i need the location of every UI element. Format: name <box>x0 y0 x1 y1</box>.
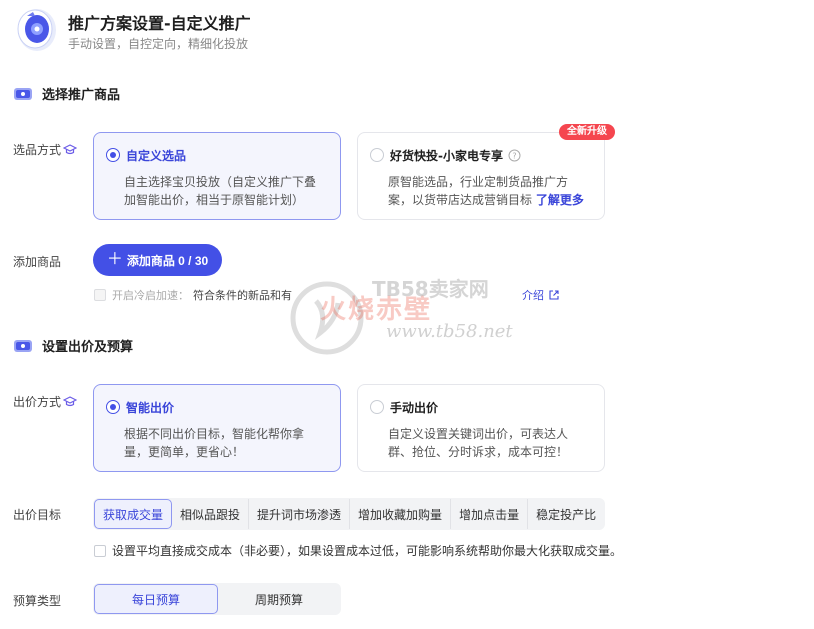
avg-cost-text: 设置平均直接成交成本（非必要），如果设置成本过低，可能影响系统帮助你最大化获取成… <box>112 544 623 558</box>
section-header-product: 选择推广商品 <box>12 84 120 103</box>
card-desc: 自主选择宝贝投放（自定义推广下叠加智能出价，相当于原智能计划） <box>124 175 317 207</box>
radio-unselected[interactable] <box>370 148 384 162</box>
tab-favorites-cart[interactable]: 增加收藏加购量 <box>350 499 452 529</box>
page-title: 推广方案设置-自定义推广 <box>68 14 251 33</box>
coldstart-desc: 符合条件的新品和有 <box>193 289 292 302</box>
radio-selected[interactable] <box>106 400 120 414</box>
section-ticket-icon <box>14 87 32 100</box>
avg-cost-row: 设置平均直接成交成本（非必要），如果设置成本过低，可能影响系统帮助你最大化获取成… <box>94 542 622 559</box>
card-title: 好货快投-小家电专享 <box>390 148 503 163</box>
option-card-manual-bid[interactable]: 手动出价 自定义设置关键词出价，可表达人群、抢位、分时诉求，成本可控！ <box>357 384 605 472</box>
bid-goal-tabs: 获取成交量 相似品跟投 提升词市场渗透 增加收藏加购量 增加点击量 稳定投产比 <box>93 498 606 530</box>
external-link-icon[interactable] <box>548 289 560 301</box>
avg-cost-checkbox[interactable] <box>94 544 106 557</box>
budget-type-label: 预算类型 <box>13 594 62 608</box>
svg-text:?: ? <box>512 151 516 160</box>
card-title: 手动出价 <box>390 400 439 415</box>
app-logo <box>16 4 58 52</box>
add-product-label: 添加商品 <box>13 255 62 269</box>
help-circle-icon[interactable]: ? <box>508 149 521 162</box>
graduation-cap-icon <box>63 143 78 154</box>
tab-stable-roi[interactable]: 稳定投产比 <box>528 499 604 529</box>
option-card-smart-bid[interactable]: 智能出价 根据不同出价目标，智能化帮你拿量，更简单，更省心！ <box>93 384 341 472</box>
coldstart-checkbox[interactable] <box>94 289 106 301</box>
tab-daily-budget[interactable]: 每日预算 <box>94 584 218 614</box>
budget-type-tabs: 每日预算 周期预算 <box>93 583 341 615</box>
tab-get-deals[interactable]: 获取成交量 <box>94 499 173 529</box>
add-product-button-label: 添加商品 0 / 30 <box>126 253 209 268</box>
select-mode-label: 选品方式 <box>13 141 78 158</box>
learn-more-link[interactable]: 了解更多 <box>536 193 584 207</box>
section-title: 选择推广商品 <box>42 88 121 103</box>
graduation-cap-icon <box>63 395 78 406</box>
card-desc: 自定义设置关键词出价，可表达人群、抢位、分时诉求，成本可控！ <box>388 427 569 459</box>
coldstart-row: 开启冷启加速： 符合条件的新品和有 介绍 <box>94 287 560 303</box>
label-text: 选品方式 <box>13 143 62 157</box>
card-title: 自定义选品 <box>126 148 187 163</box>
option-card-quick-delivery[interactable]: 好货快投-小家电专享 ? 原智能选品，行业定制货品推广方案，以货带店达成营销目标… <box>357 132 605 220</box>
page-subtitle: 手动设置，自控定向，精细化投放 <box>68 37 249 51</box>
tab-similar-follow[interactable]: 相似品跟投 <box>172 499 250 529</box>
radio-unselected[interactable] <box>370 400 384 414</box>
option-card-custom-select[interactable]: 自定义选品 自主选择宝贝投放（自定义推广下叠加智能出价，相当于原智能计划） <box>93 132 341 220</box>
section-ticket-icon <box>14 339 32 352</box>
card-title: 智能出价 <box>126 400 175 415</box>
radio-selected[interactable] <box>106 148 120 162</box>
plus-icon: ＋ <box>106 251 123 268</box>
logo-disc-icon <box>17 9 56 51</box>
card-desc: 原智能选品，行业定制货品推广方案，以货带店达成营销目标 了解更多 <box>388 173 590 209</box>
coldstart-label: 开启冷启加速： <box>112 289 189 302</box>
section-header-bid: 设置出价及预算 <box>12 336 133 355</box>
tab-clicks[interactable]: 增加点击量 <box>451 499 529 529</box>
card-desc: 根据不同出价目标，智能化帮你拿量，更简单，更省心！ <box>124 427 305 459</box>
label-text: 出价方式 <box>13 395 62 409</box>
tab-keyword-penetration[interactable]: 提升词市场渗透 <box>249 499 351 529</box>
new-upgrade-badge: 全新升级 <box>559 124 615 140</box>
watermark-url: www.tb58.net <box>386 321 513 342</box>
coldstart-intro-link[interactable]: 介绍 <box>522 287 544 303</box>
bid-mode-label: 出价方式 <box>13 393 78 410</box>
tab-period-budget[interactable]: 周期预算 <box>218 584 340 614</box>
add-product-button[interactable]: ＋ 添加商品 0 / 30 <box>93 244 222 276</box>
bid-goal-label: 出价目标 <box>13 508 62 522</box>
section-title: 设置出价及预算 <box>42 340 134 355</box>
